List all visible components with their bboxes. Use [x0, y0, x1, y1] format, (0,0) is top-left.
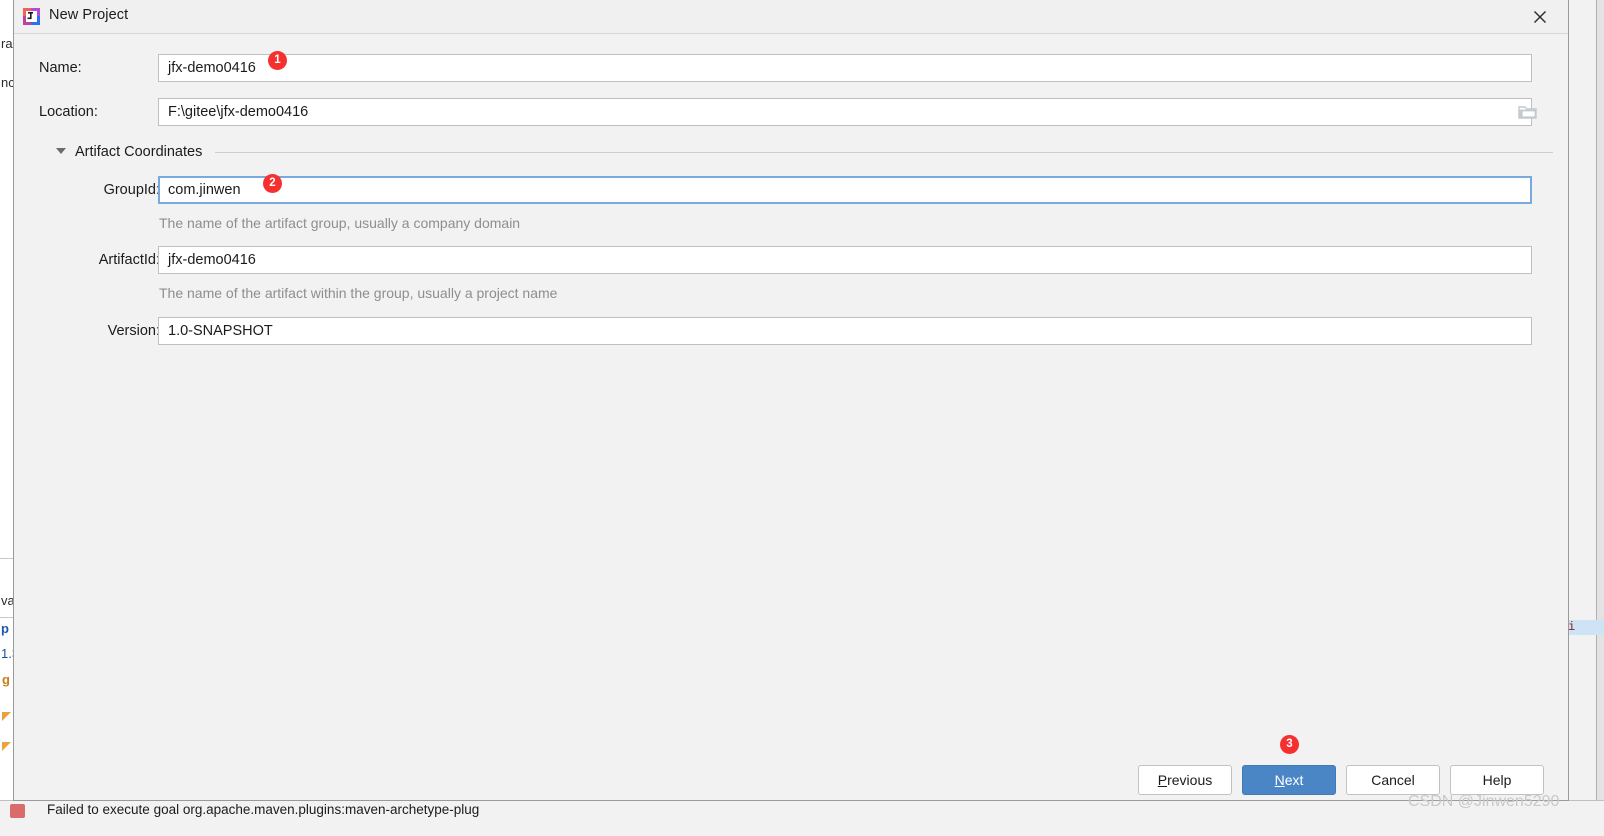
previous-button-mnemonic: P: [1157, 772, 1168, 788]
next-button[interactable]: Next: [1242, 765, 1336, 795]
version-label: Version:: [107, 323, 160, 339]
section-divider: [215, 152, 1553, 153]
backdrop-warning-marker: [2, 742, 11, 751]
backdrop-warning-marker: [2, 712, 11, 721]
artifactid-input-value: jfx-demo0416: [168, 252, 256, 268]
backdrop-code-fragment: ra: [1, 36, 13, 51]
backdrop-error-message: Failed to execute goal org.apache.maven.…: [47, 802, 480, 817]
folder-icon[interactable]: [1518, 104, 1537, 125]
groupid-hint: The name of the artifact group, usually …: [159, 215, 521, 231]
location-input[interactable]: F:\gitee\jfx-demo0416: [158, 98, 1532, 126]
new-project-dialog: New Project Name: jfx-demo0416 1 Locatio…: [13, 0, 1569, 801]
backdrop-code-fragment: g: [2, 672, 10, 687]
dialog-titlebar: New Project: [14, 0, 1568, 34]
location-input-value: F:\gitee\jfx-demo0416: [168, 104, 309, 120]
error-icon: [10, 804, 25, 818]
name-label: Name:: [39, 60, 82, 76]
groupid-input[interactable]: com.jinwen: [158, 176, 1532, 204]
backdrop-code-fragment-right: i: [1568, 620, 1576, 634]
version-input[interactable]: 1.0-SNAPSHOT: [158, 317, 1532, 345]
step-badge-1: 1: [268, 51, 287, 70]
help-button-label: Help: [1482, 772, 1512, 788]
close-icon[interactable]: [1520, 3, 1560, 30]
help-button[interactable]: Help: [1450, 765, 1544, 795]
step-badge-3: 3: [1280, 735, 1299, 754]
groupid-label: GroupId:: [103, 182, 160, 198]
name-input[interactable]: jfx-demo0416: [158, 54, 1532, 82]
previous-button-label: revious: [1167, 772, 1213, 788]
cancel-button[interactable]: Cancel: [1346, 765, 1440, 795]
backdrop-code-fragment: p: [1, 621, 9, 636]
backdrop-right-edge: [1596, 0, 1604, 835]
location-label: Location:: [39, 104, 98, 120]
next-button-label: ext: [1284, 772, 1304, 788]
chevron-down-icon[interactable]: [56, 148, 66, 154]
artifactid-input[interactable]: jfx-demo0416: [158, 246, 1532, 274]
groupid-input-value: com.jinwen: [168, 182, 241, 198]
dialog-title: New Project: [49, 7, 129, 23]
next-button-mnemonic: N: [1274, 772, 1285, 788]
name-input-value: jfx-demo0416: [168, 60, 256, 76]
step-badge-2: 2: [263, 174, 282, 193]
previous-button[interactable]: Previous: [1138, 765, 1232, 795]
intellij-idea-icon: [23, 8, 40, 25]
csdn-watermark: CSDN @Jinwen5290: [1408, 793, 1560, 810]
artifactid-hint: The name of the artifact within the grou…: [159, 285, 558, 301]
version-input-value: 1.0-SNAPSHOT: [168, 323, 273, 339]
artifactid-label: ArtifactId:: [98, 252, 160, 268]
artifact-coordinates-section-title: Artifact Coordinates: [75, 144, 203, 160]
cancel-button-label: Cancel: [1371, 772, 1415, 788]
